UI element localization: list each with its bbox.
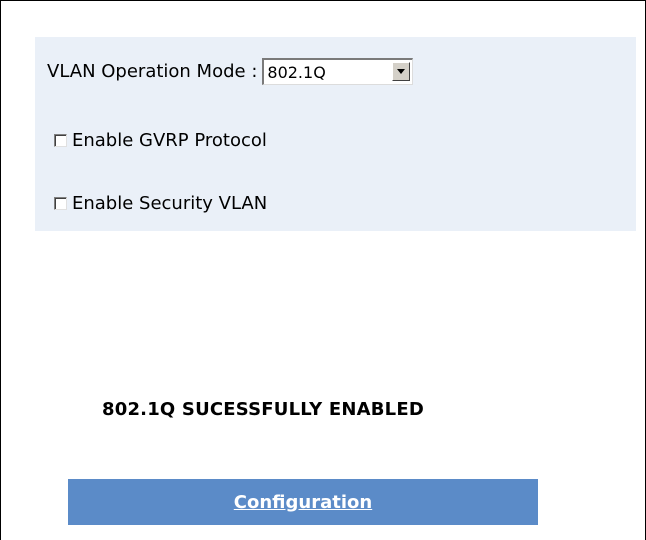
gvrp-option-row: Enable GVRP Protocol	[54, 129, 267, 151]
vlan-mode-select[interactable]: 802.1Q	[262, 57, 414, 85]
security-vlan-checkbox[interactable]	[54, 196, 67, 210]
status-message: 802.1Q SUCESSFULLY ENABLED	[102, 399, 424, 420]
gvrp-checkbox[interactable]	[54, 133, 67, 147]
vlan-mode-row: VLAN Operation Mode : 802.1Q	[47, 57, 414, 85]
configuration-bar: Configuration	[68, 479, 538, 525]
chevron-down-icon[interactable]	[392, 61, 411, 81]
configuration-link[interactable]: Configuration	[234, 492, 372, 513]
security-vlan-option-row: Enable Security VLAN	[54, 192, 267, 214]
security-vlan-label[interactable]: Enable Security VLAN	[72, 193, 267, 214]
gvrp-label[interactable]: Enable GVRP Protocol	[72, 130, 267, 151]
vlan-settings-panel: VLAN Operation Mode : 802.1Q Enable GVRP…	[35, 37, 636, 231]
vlan-mode-selected-value: 802.1Q	[267, 62, 326, 82]
vlan-mode-label: VLAN Operation Mode :	[47, 60, 258, 82]
